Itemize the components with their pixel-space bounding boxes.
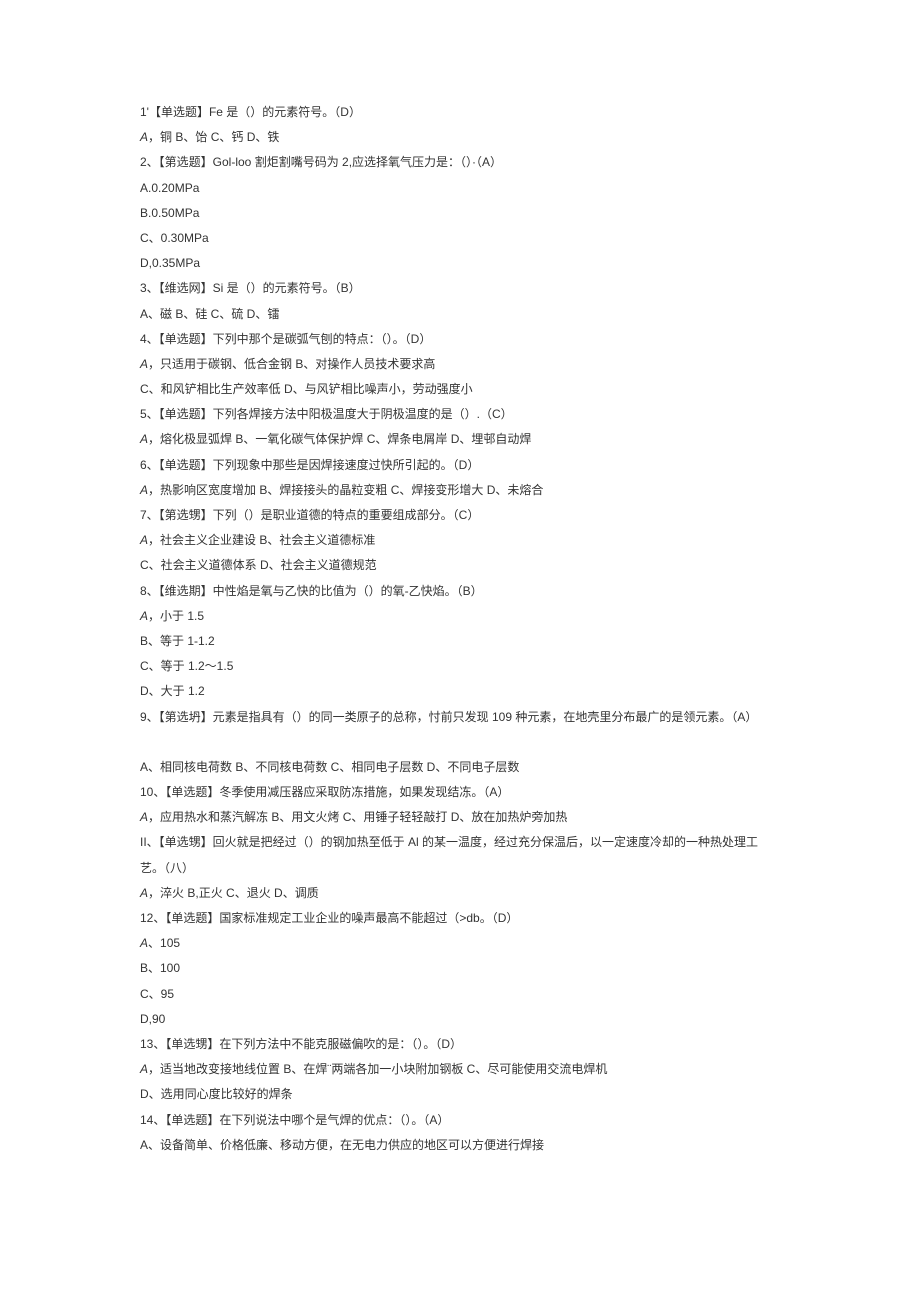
text-line: 8、【维选期】中性焰是氧与乙快的比值为（）的氧-乙快焰。（B） — [140, 579, 780, 604]
text-line: A，社会主义企业建设 B、社会主义道德标准 — [140, 528, 780, 553]
text-line: 7、【第选甥】下列（）是职业道德的特点的重要组成部分。（C） — [140, 503, 780, 528]
text-line: A、105 — [140, 931, 780, 956]
text-line: A、磁 B、硅 C、硫 D、镭 — [140, 302, 780, 327]
text-line: 2、【第选题】Gol-loo 割炬割嘴号码为 2,应选择氧气压力是：（）·（A） — [140, 150, 780, 175]
text-line: 4、【单选题】下列中那个是碳弧气刨的特点：（）。（D） — [140, 327, 780, 352]
text-line: C、和风铲相比生产效率低 D、与风铲相比噪声小，劳动强度小 — [140, 377, 780, 402]
text-line: 13、【单选甥】在下列方法中不能克服磁偏吹的是：（）。（D） — [140, 1032, 780, 1057]
text-line: A，只适用于碳钢、低合金钢 B、对操作人员技术要求高 — [140, 352, 780, 377]
text-line: B、100 — [140, 956, 780, 981]
text-line: 14、【单选题】在下列说法中哪个是气焊的优点：（）。（A） — [140, 1108, 780, 1133]
text-line: 3、【维选网】Si 是（）的元素符号。（B） — [140, 276, 780, 301]
text-line: C、等于 1.2～1.5 — [140, 654, 780, 679]
text-line: A，铜 B、饴 C、钙 D、铁 — [140, 125, 780, 150]
text-line: 9、【第选坍】元素是指具有（）的同一类原子的总称，忖前只发现 109 种元素，在… — [140, 705, 780, 730]
document-content: 1'【单选题】Fe 是（）的元素符号。（D）A，铜 B、饴 C、钙 D、铁2、【… — [140, 100, 780, 1158]
text-line — [140, 730, 780, 755]
text-line: D、选用同心度比较好的焊条 — [140, 1082, 780, 1107]
text-line: C、社会主义道德体系 D、社会主义道德规范 — [140, 553, 780, 578]
text-line: C、95 — [140, 982, 780, 1007]
text-line: C、0.30MPa — [140, 226, 780, 251]
text-line: A.0.20MPa — [140, 176, 780, 201]
text-line: 5、【单选题】下列各焊接方法中阳极温度大于阴极温度的是（）.（C） — [140, 402, 780, 427]
text-line: 6、【单选题】下列现象中那些是因焊接速度过快所引起的。（D） — [140, 453, 780, 478]
text-line: D,90 — [140, 1007, 780, 1032]
text-line: B.0.50MPa — [140, 201, 780, 226]
text-line: 12、【单选题】国家标准规定工业企业的噪声最高不能超过（>db。（D） — [140, 906, 780, 931]
text-line: A，适当地改变接地线位置 B、在焊¨两端各加一小块附加钢板 C、尽可能使用交流电… — [140, 1057, 780, 1082]
text-line: A、设备简单、价格低廉、移动方便，在无电力供应的地区可以方便进行焊接 — [140, 1133, 780, 1158]
text-line: D,0.35MPa — [140, 251, 780, 276]
text-line: A，熔化极显弧焊 B、一氧化碳气体保护焊 C、焊条电屑岸 D、埋邨自动焊 — [140, 427, 780, 452]
text-line: D、大于 1.2 — [140, 679, 780, 704]
text-line: A，热影响区宽度增加 B、焊接接头的晶粒变粗 C、焊接变形增大 D、未熔合 — [140, 478, 780, 503]
text-line: B、等于 1-1.2 — [140, 629, 780, 654]
text-line: A，淬火 B,正火 C、退火 D、调质 — [140, 881, 780, 906]
text-line: A，应用热水和蒸汽解冻 B、用文火烤 C、用锤子轻轻敲打 D、放在加热炉旁加热 — [140, 805, 780, 830]
text-line: A，小于 1.5 — [140, 604, 780, 629]
text-line: 1'【单选题】Fe 是（）的元素符号。（D） — [140, 100, 780, 125]
text-line: II、【单选甥】回火就是把经过（）的钢加热至低于 Al 的某一温度，经过充分保温… — [140, 830, 780, 880]
text-line: 10、【单选题】冬季使用减压器应采取防冻措施，如果发现结冻。（A） — [140, 780, 780, 805]
text-line: A、相同核电荷数 B、不同核电荷数 C、相同电子层数 D、不同电子层数 — [140, 755, 780, 780]
